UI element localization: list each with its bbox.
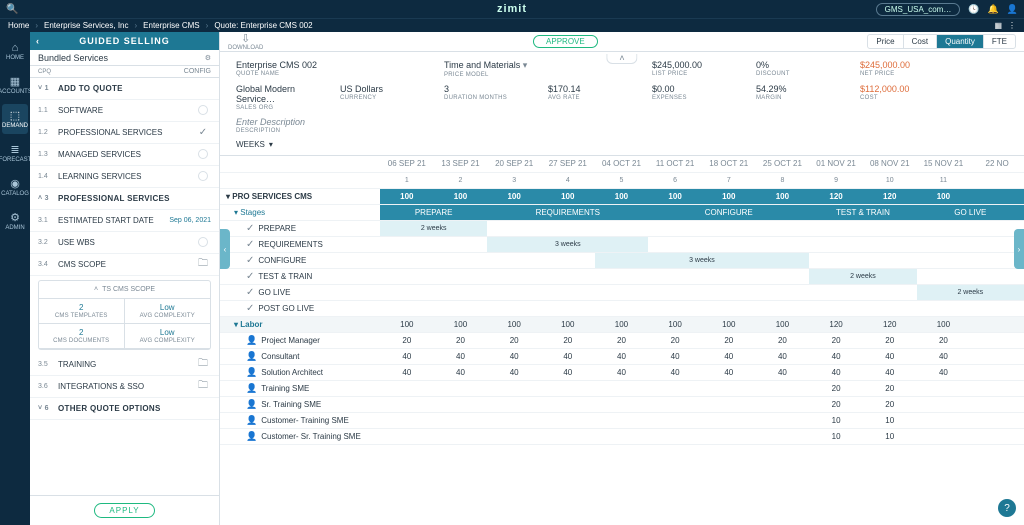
- scope-cell: LowAVG COMPLEXITY: [125, 324, 211, 349]
- row-learning[interactable]: 1.4LEARNING SERVICES: [30, 166, 219, 188]
- content: ⇩DOWNLOAD APPROVE Price Cost Quantity FT…: [220, 32, 1024, 525]
- scope-cell: LowAVG COMPLEXITY: [125, 299, 211, 324]
- row-training[interactable]: 3.5TRAINING🗀: [30, 354, 219, 376]
- chevron-up-icon[interactable]: ˄: [94, 286, 98, 293]
- bell-icon[interactable]: 🔔: [988, 4, 999, 15]
- chevron-down-icon: ▾: [269, 140, 273, 149]
- seg-price[interactable]: Price: [868, 35, 903, 48]
- scope-cell: 2CMS DOCUMENTS: [39, 324, 125, 349]
- row-use-wbs[interactable]: 3.2USE WBS: [30, 232, 219, 254]
- cost: $112,000.00: [860, 84, 1008, 94]
- rail-accounts[interactable]: ▦ACCOUNTS: [2, 70, 28, 100]
- bundle-title: Bundled Services: [38, 53, 108, 63]
- chevron-down-icon: ▾: [523, 60, 528, 70]
- rail-demand[interactable]: ⬚DEMAND: [2, 104, 28, 134]
- description-input[interactable]: Enter Description: [236, 117, 1008, 127]
- list-price: $245,000.00: [652, 60, 752, 70]
- avg-rate: $170.14: [548, 84, 648, 94]
- scope-box: ˄TS CMS SCOPE 2CMS TEMPLATESLowAVG COMPL…: [38, 280, 211, 350]
- org-selector[interactable]: GMS_USA_com…: [876, 3, 961, 16]
- row-integrations[interactable]: 3.6INTEGRATIONS & SSO🗀: [30, 376, 219, 398]
- clock-icon[interactable]: 🕓: [968, 4, 979, 15]
- sidebar-title: ‹ GUIDED SELLING: [30, 32, 219, 50]
- crumb-2[interactable]: Enterprise CMS: [143, 21, 199, 30]
- discount: 0%: [756, 60, 856, 70]
- download-button[interactable]: ⇩DOWNLOAD: [228, 32, 263, 51]
- config-label: CONFIG: [184, 68, 211, 75]
- grid[interactable]: 06 SEP 2113 SEP 2120 SEP 2127 SEP 2104 O…: [220, 156, 1024, 525]
- more-icon[interactable]: ⋮: [1008, 21, 1016, 30]
- quote-name: Enterprise CMS 002: [236, 60, 440, 70]
- gear-icon[interactable]: ⚙: [205, 54, 211, 62]
- crumb-home[interactable]: Home: [8, 21, 29, 30]
- rail-forecast[interactable]: ≣FORECAST: [2, 138, 28, 168]
- folder-icon: 🗀: [195, 256, 211, 273]
- sec-prof-services[interactable]: ˄ 3PROFESSIONAL SERVICES: [30, 188, 219, 210]
- crumb-1[interactable]: Enterprise Services, Inc: [44, 21, 128, 30]
- sales-org: Global Modern Service…: [236, 84, 336, 104]
- search-icon[interactable]: 🔍: [6, 4, 18, 15]
- breadcrumb: Home› Enterprise Services, Inc› Enterpri…: [0, 18, 1024, 32]
- download-icon: ⇩: [241, 32, 250, 45]
- net-price: $245,000.00: [860, 60, 1008, 70]
- check-icon: ✓: [195, 127, 211, 138]
- chevron-left-icon[interactable]: ‹: [36, 36, 40, 46]
- row-cms-scope[interactable]: 3.4CMS SCOPE🗀: [30, 254, 219, 276]
- cpq-label: CPQ: [38, 69, 51, 75]
- collapse-handle[interactable]: ˄: [606, 54, 637, 64]
- row-software[interactable]: 1.1SOFTWARE: [30, 100, 219, 122]
- margin: 54.29%: [756, 84, 856, 94]
- seg-quantity[interactable]: Quantity: [937, 35, 984, 48]
- topbar: 🔍 zimit GMS_USA_com… 🕓 🔔 👤: [0, 0, 1024, 18]
- duration: 3: [444, 84, 544, 94]
- panel-handle-right[interactable]: ›: [1014, 229, 1024, 269]
- crumb-3: Quote: Enterprise CMS 002: [214, 21, 312, 30]
- brand-logo: zimit: [497, 3, 527, 15]
- currency: US Dollars: [340, 84, 440, 94]
- nav-rail: ⌂HOME ▦ACCOUNTS ⬚DEMAND ≣FORECAST ◉CATALOG ⚙A…: [0, 32, 30, 525]
- view-segment: Price Cost Quantity FTE: [867, 34, 1016, 49]
- help-fab[interactable]: ?: [998, 499, 1016, 517]
- row-managed[interactable]: 1.3MANAGED SERVICES: [30, 144, 219, 166]
- grid-icon[interactable]: ▦: [994, 21, 1002, 30]
- period-dropdown[interactable]: WEEKS▾: [236, 140, 1008, 149]
- expenses: $0.00: [652, 84, 752, 94]
- rail-admin[interactable]: ⚙ADMIN: [2, 206, 28, 236]
- sec-add-to-quote[interactable]: ˅ 1ADD TO QUOTE: [30, 78, 219, 100]
- seg-cost[interactable]: Cost: [904, 35, 937, 48]
- row-prof-services[interactable]: 1.2PROFESSIONAL SERVICES✓: [30, 122, 219, 144]
- approve-button[interactable]: APPROVE: [533, 35, 598, 48]
- seg-fte[interactable]: FTE: [984, 35, 1015, 48]
- rail-catalog[interactable]: ◉CATALOG: [2, 172, 28, 202]
- row-start-date[interactable]: 3.1ESTIMATED START DATESep 06, 2021: [30, 210, 219, 232]
- sidebar: ‹ GUIDED SELLING Bundled Services ⚙ CPQ …: [30, 32, 220, 525]
- rail-home[interactable]: ⌂HOME: [2, 36, 28, 66]
- panel-handle-left[interactable]: ‹: [220, 229, 230, 269]
- sec-other-options[interactable]: ˅ 6OTHER QUOTE OPTIONS: [30, 398, 219, 420]
- scope-cell: 2CMS TEMPLATES: [39, 299, 125, 324]
- user-icon[interactable]: 👤: [1007, 4, 1018, 15]
- apply-button[interactable]: APPLY: [94, 503, 154, 518]
